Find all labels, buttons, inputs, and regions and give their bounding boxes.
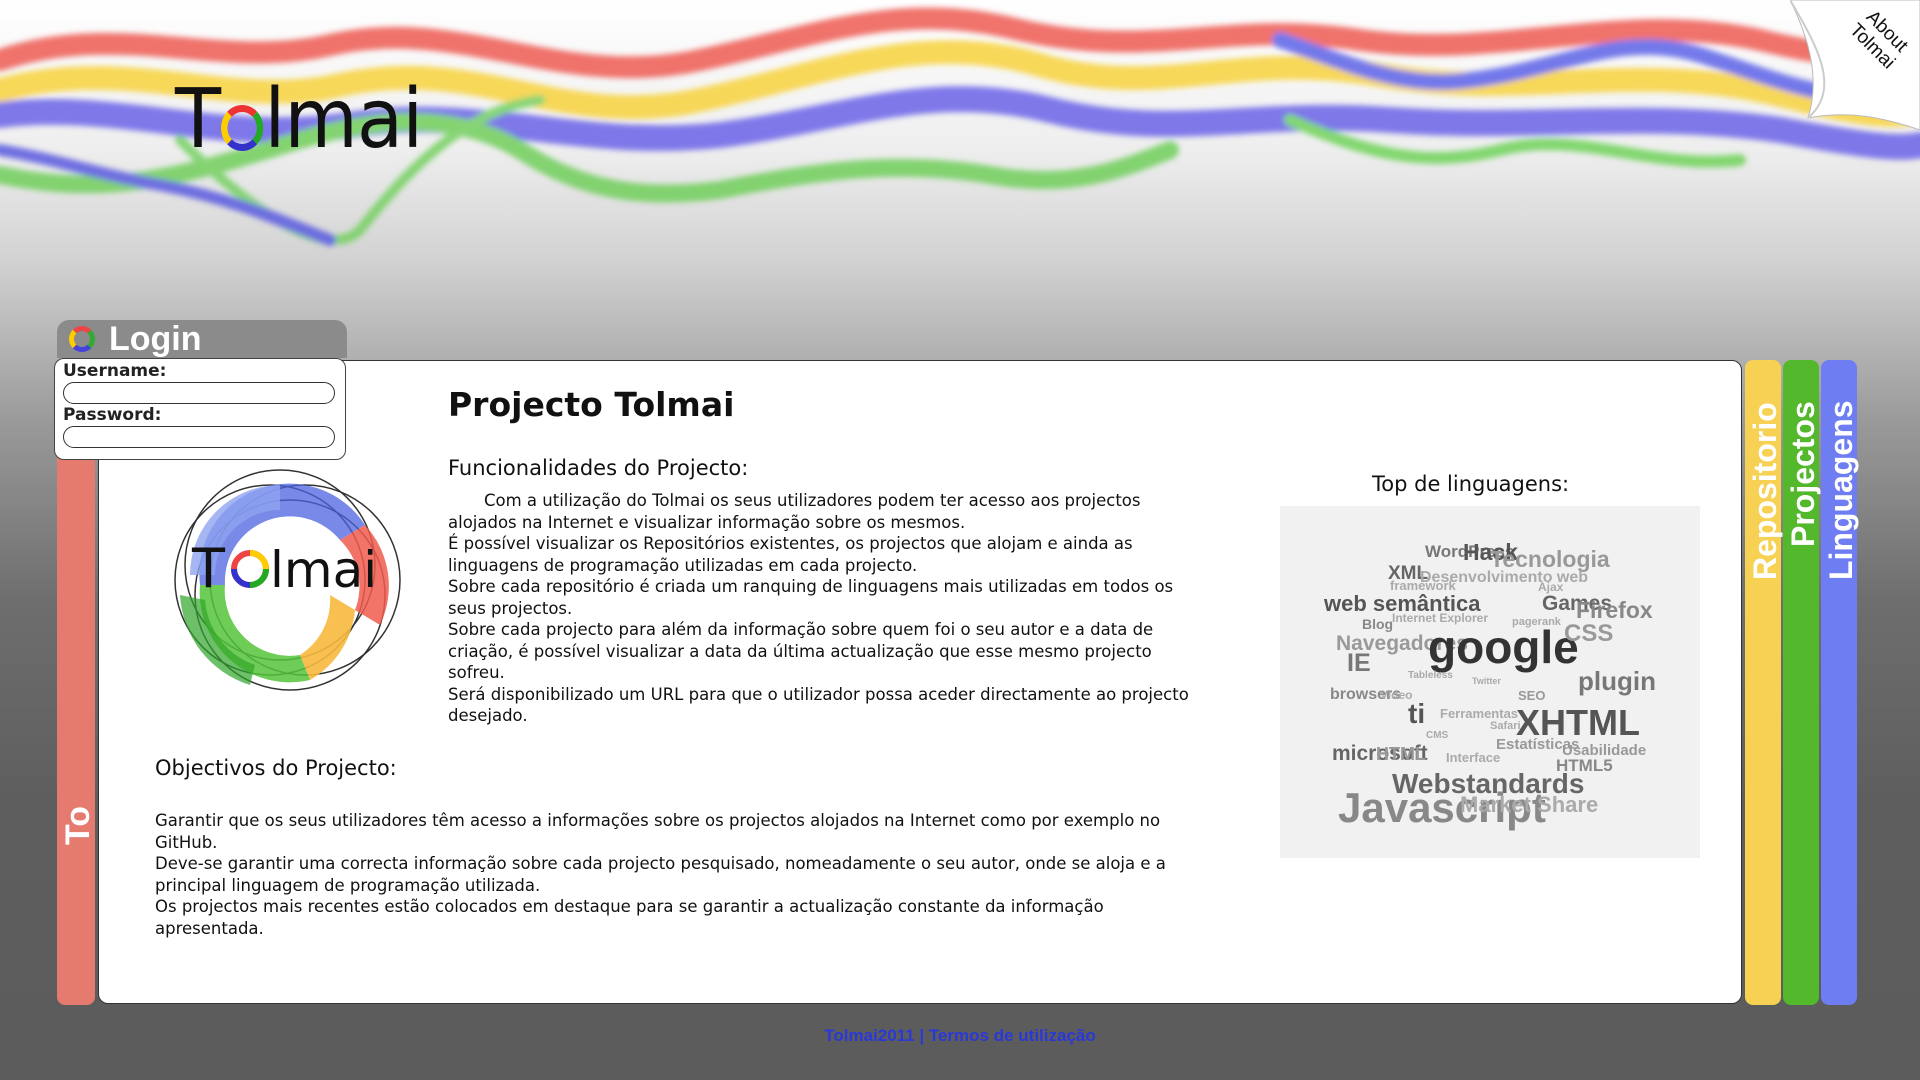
cloud-word: CMS [1426, 730, 1449, 741]
features-paragraph: Sobre cada repositório é criada um ranqu… [448, 577, 1174, 618]
footer-separator: | [919, 1026, 925, 1045]
site-logo[interactable]: Tlmai [175, 72, 423, 167]
features-paragraph: Com a utilização do Tolmai os seus utili… [448, 491, 1141, 532]
objectives-paragraph: Garantir que os seus utilizadores têm ac… [155, 811, 1161, 852]
svg-text:T: T [191, 537, 226, 600]
tab-projectos[interactable]: Projectos [1783, 360, 1821, 1005]
tab-projectos-label: Projectos [1785, 401, 1821, 547]
cloud-word: Interface [1446, 750, 1501, 765]
top-languages-title: Top de linguagens: [1372, 472, 1570, 496]
features-paragraph: É possível visualizar os Repositórios ex… [448, 534, 1133, 575]
features-heading: Funcionalidades do Projecto: [448, 456, 749, 480]
tab-linguagens-label: Linguagens [1823, 400, 1859, 580]
language-word-cloud: WordPress Hack Tecnologia XML Desenvolvi… [1280, 506, 1700, 858]
logo-text: Tlmai [175, 72, 423, 167]
cloud-word: IE [1347, 649, 1371, 677]
features-text: Com a utilização do Tolmai os seus utili… [448, 490, 1193, 727]
cloud-word: HTML [1376, 744, 1426, 764]
username-input[interactable] [63, 382, 335, 404]
terms-link[interactable]: Termos de utilização [929, 1026, 1096, 1045]
username-label: Username: [63, 361, 167, 381]
cloud-word: SEO [1518, 688, 1546, 703]
svg-text:lmai: lmai [270, 541, 377, 599]
tab-repositorio-label: Repositorio [1747, 402, 1783, 580]
features-paragraph: Sobre cada projecto para além da informa… [448, 620, 1154, 682]
tab-repositorio[interactable]: Repositorio [1745, 360, 1783, 1005]
footer: Tolmai2011 | Termos de utilização [0, 1026, 1920, 1046]
cloud-word: ti [1408, 698, 1426, 729]
login-form: Username: Password: [54, 358, 346, 460]
cloud-word: Market Share [1460, 792, 1599, 817]
tolmai-ring-logo: T lmai [160, 455, 415, 705]
login-title: Login [109, 320, 202, 358]
left-tab-label: To [59, 805, 97, 845]
cloud-word: plugin [1578, 666, 1656, 696]
objectives-paragraph: Deve-se garantir uma correcta informação… [155, 854, 1166, 895]
cloud-word: Ferramentas [1440, 706, 1519, 721]
about-tolmai-corner[interactable]: About Tolmai [1790, 0, 1920, 130]
cloud-word: Tableless [1408, 670, 1453, 681]
features-paragraph: Será disponibilizado um URL para que o u… [448, 684, 1189, 726]
cloud-word: Blog [1362, 616, 1394, 632]
objectives-paragraph: Os projectos mais recentes estão colocad… [155, 897, 1104, 938]
tab-linguagens[interactable]: Linguagens [1821, 360, 1859, 1005]
page-curl-icon [1790, 0, 1920, 130]
password-input[interactable] [63, 426, 335, 448]
login-header: Login [57, 320, 347, 358]
objectives-heading: Objectivos do Projecto: [155, 756, 397, 780]
cloud-word: CSS [1564, 620, 1614, 647]
page-title: Projecto Tolmai [448, 385, 735, 424]
cloud-word: Safari [1490, 720, 1521, 732]
tolmai-ring-icon [69, 326, 95, 352]
copyright-link[interactable]: Tolmai2011 [824, 1026, 914, 1045]
password-label: Password: [63, 405, 162, 425]
header-banner: Tlmai [0, 0, 1920, 300]
cloud-word: google [1428, 621, 1579, 673]
objectives-text: Garantir que os seus utilizadores têm ac… [155, 810, 1195, 939]
cloud-word: Twitter [1472, 676, 1501, 686]
